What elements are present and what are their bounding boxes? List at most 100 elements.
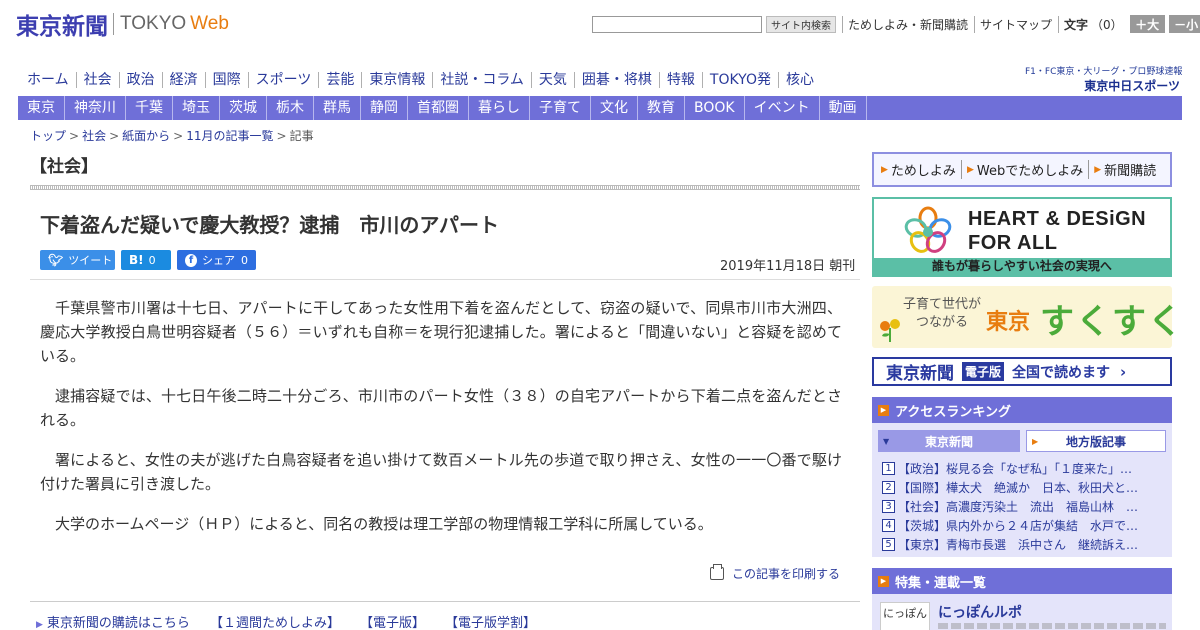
region-ibaraki[interactable]: 茨城	[220, 96, 267, 120]
breadcrumb-separator: >	[69, 129, 80, 143]
hatena-bookmark-button[interactable]: B! 0	[121, 250, 171, 270]
site-logo[interactable]: 東京新聞 TOKYO Web	[16, 9, 229, 40]
site-search-button[interactable]: サイト内検索	[766, 15, 836, 33]
region-kanagawa[interactable]: 神奈川	[65, 96, 126, 120]
heart-design-banner[interactable]: HEART & DESiGN FOR ALL 誰もが暮らしやすい社会の実現へ	[872, 197, 1172, 277]
tab-tokyo-shimbun[interactable]: ▼ 東京新聞	[878, 430, 1020, 452]
one-week-trial-link[interactable]: 【１週間ためしよみ】	[210, 612, 340, 630]
heart-design-title-line2: FOR ALL	[968, 232, 1058, 254]
region-tokyo[interactable]: 東京	[18, 96, 65, 120]
nav-sports[interactable]: スポーツ	[247, 72, 319, 88]
tweet-button[interactable]: 🐦︎ ツイート	[40, 250, 115, 270]
nav-tokyo-hatsu[interactable]: TOKYO発	[701, 72, 778, 88]
breadcrumb-separator: >	[109, 129, 120, 143]
font-bigger-button[interactable]: ＋大	[1129, 15, 1165, 33]
nav-entertainment[interactable]: 芸能	[318, 72, 361, 88]
nav-society[interactable]: 社会	[75, 72, 119, 88]
promo-trial-link[interactable]: ▶ ためしよみ	[881, 160, 961, 179]
rank-number: 2	[882, 481, 895, 494]
tab-local-articles[interactable]: ▶ 地方版記事	[1026, 430, 1166, 452]
section-divider	[30, 185, 860, 190]
footer-divider	[30, 601, 860, 602]
chevron-right-icon: ›	[1120, 362, 1127, 381]
breadcrumb-society[interactable]: 社会	[82, 129, 106, 143]
subscribe-link-label: 東京新聞の購読はこちら	[46, 616, 190, 630]
digital-edition-text: 全国で読めます	[1012, 364, 1111, 381]
nav-international[interactable]: 国際	[204, 72, 248, 88]
nav-tokyo-info[interactable]: 東京情報	[361, 72, 432, 88]
sprout-icon	[880, 319, 900, 342]
region-gunma[interactable]: 群馬	[314, 96, 361, 120]
nav-politics[interactable]: 政治	[118, 72, 162, 88]
rank-number: 5	[882, 538, 895, 551]
site-search-input[interactable]	[592, 15, 762, 33]
article-dateline: 2019年11月18日 朝刊	[720, 259, 856, 274]
breadcrumb-top[interactable]: トップ	[30, 129, 66, 143]
nav-weather[interactable]: 天気	[530, 72, 574, 88]
breadcrumb: トップ > 社会 > 紙面から >11月の記事一覧 > 記事	[30, 127, 314, 144]
feature-thumbnail[interactable]: にっぽん	[880, 602, 930, 630]
ranking-item[interactable]: 1 【政治】桜見る会「なぜ私」「１度来た」…	[882, 459, 1164, 478]
promo-web-trial-link[interactable]: ▶ Webでためしよみ	[960, 160, 1088, 179]
region-shizuoka[interactable]: 静岡	[361, 96, 408, 120]
nav-editorial-column[interactable]: 社説・コラム	[432, 72, 531, 88]
breadcrumb-month-list[interactable]: 11月の記事一覧	[186, 129, 273, 143]
sukusuku-subtitle-line2: つながる	[915, 315, 968, 330]
subscribe-link[interactable]: ▶ 東京新聞の購読はこちら	[36, 612, 190, 630]
promo-web-trial-label: Webでためしよみ	[976, 164, 1084, 179]
sukusuku-tokyo: 東京	[986, 310, 1031, 335]
region-event[interactable]: イベント	[745, 96, 820, 120]
article-paragraph: 署によると、女性の夫が逃げた白鳥容疑者を追い掛けて数百メートル先の歩道で取り押さ…	[40, 451, 842, 493]
tab-tokyo-shimbun-label: 東京新聞	[924, 434, 973, 449]
region-saitama[interactable]: 埼玉	[173, 96, 220, 120]
region-kosodate[interactable]: 子育て	[530, 96, 591, 120]
nav-kakushin[interactable]: 核心	[777, 72, 821, 88]
promo-trial-label: ためしよみ	[890, 164, 956, 179]
access-ranking-header: ▶ アクセスランキング	[872, 397, 1172, 423]
arrow-right-icon: ▶	[36, 620, 43, 630]
ranking-item-title: 【茨城】県内外から２４店が集結 水戸で…	[898, 519, 1139, 533]
subscription-promo-banner: ▶ ためしよみ ▶ Webでためしよみ ▶ 新聞購読	[872, 152, 1172, 187]
promo-subscribe-link[interactable]: ▶ 新聞購読	[1088, 160, 1161, 179]
print-article-link[interactable]: この記事を印刷する	[710, 564, 841, 582]
region-kurashi[interactable]: 暮らし	[469, 96, 530, 120]
print-article-label: この記事を印刷する	[732, 567, 841, 581]
region-shutoken[interactable]: 首都圏	[408, 96, 469, 120]
region-kyoiku[interactable]: 教育	[638, 96, 685, 120]
section-heading: 【社会】	[30, 157, 98, 177]
digital-edition-link[interactable]: 【電子版】	[360, 612, 425, 630]
ranking-item-title: 【東京】青梅市長選 浜中さん 継続訴え…	[898, 538, 1139, 552]
region-book[interactable]: BOOK	[685, 96, 745, 120]
nav-economy[interactable]: 経済	[161, 72, 205, 88]
ranking-item[interactable]: 5 【東京】青梅市長選 浜中さん 継続訴え…	[882, 535, 1164, 554]
digital-edition-banner[interactable]: 東京新聞 電子版 全国で読めます ›	[872, 357, 1172, 386]
region-bunka[interactable]: 文化	[591, 96, 638, 120]
twitter-icon: 🐦︎	[48, 253, 64, 267]
ranking-item[interactable]: 4 【茨城】県内外から２４店が集結 水戸で…	[882, 516, 1164, 535]
nav-home[interactable]: ホーム	[20, 72, 76, 88]
feature-item-title[interactable]: にっぽんルポ	[938, 602, 1022, 622]
rank-number: 1	[882, 462, 895, 475]
chunichi-sports-link[interactable]: F1・FC東京・大リーグ・プロ野球速報 東京中日スポーツ	[1025, 64, 1182, 94]
triangle-right-icon: ▶	[966, 164, 974, 175]
ranking-item-title: 【政治】桜見る会「なぜ私」「１度来た」…	[898, 462, 1133, 476]
hatena-count: 0	[148, 253, 156, 267]
region-chiba[interactable]: 千葉	[126, 96, 173, 120]
ranking-item[interactable]: 3 【社会】高濃度汚染土 流出 福島山林 …	[882, 497, 1164, 516]
triangle-right-icon: ▶	[1094, 164, 1102, 175]
nav-go-shogi[interactable]: 囲碁・将棋	[573, 72, 659, 88]
tokyo-sukusuku-banner[interactable]: 子育て世代が つながる 東京 すくすく	[872, 286, 1182, 348]
article-paragraph: 逮捕容疑では、十七日午後二時二十分ごろ、市川市のパート女性（３８）の自宅アパート…	[40, 387, 842, 429]
region-video[interactable]: 動画	[820, 96, 867, 120]
breadcrumb-from-paper[interactable]: 紙面から	[122, 129, 170, 143]
nav-tokuho[interactable]: 特報	[658, 72, 702, 88]
util-link-sitemap[interactable]: サイトマップ	[974, 15, 1052, 33]
font-smaller-button[interactable]: －小	[1168, 15, 1200, 33]
facebook-share-button[interactable]: f シェア 0	[177, 250, 256, 270]
digital-student-discount-link[interactable]: 【電子版学割】	[445, 612, 536, 630]
util-link-trial-subscribe[interactable]: ためしよみ・新聞購読	[842, 15, 968, 33]
region-tochigi[interactable]: 栃木	[267, 96, 314, 120]
ranking-item[interactable]: 2 【国際】樺太犬 絶滅か 日本、秋田犬と…	[882, 478, 1164, 497]
facebook-icon: f	[185, 253, 197, 267]
feature-item-snippet	[938, 623, 1166, 629]
